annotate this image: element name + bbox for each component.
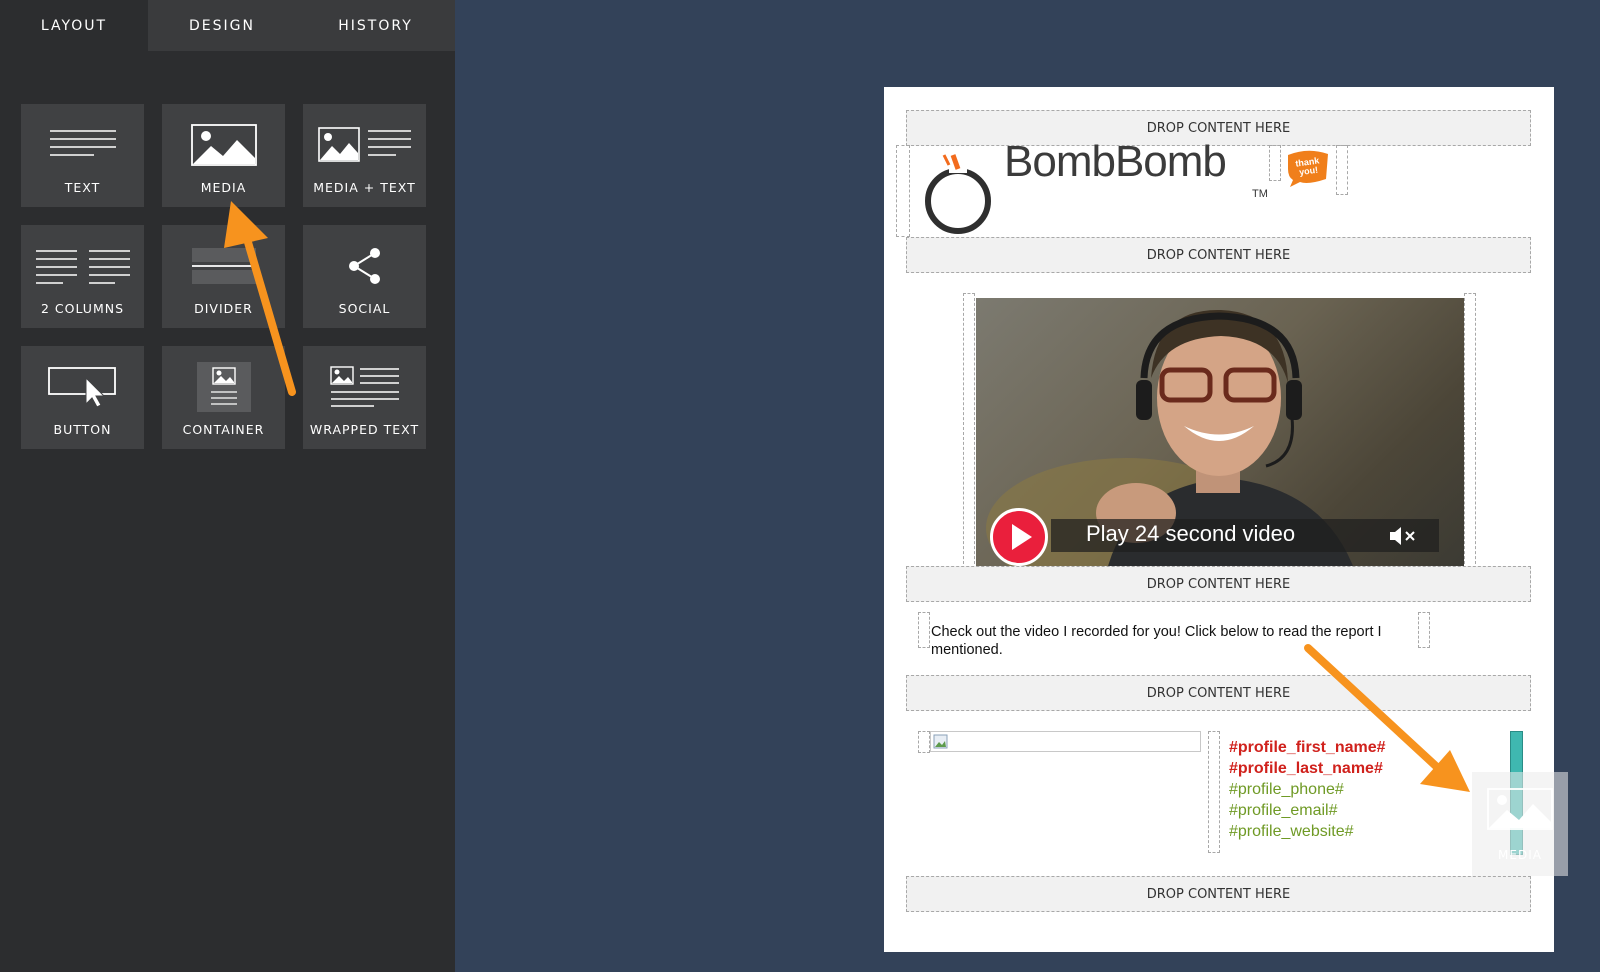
wrapped-text-icon: [303, 362, 426, 412]
drop-zone-5[interactable]: DROP CONTENT HERE: [906, 876, 1531, 912]
block-palette: TEXT MEDIA MEDIA + TEXT 2 COLUMNS DIVIDE…: [21, 104, 426, 449]
block-wrapped-text[interactable]: WRAPPED TEXT: [303, 346, 426, 449]
block-button-label: BUTTON: [53, 422, 112, 437]
image-icon: [162, 120, 285, 170]
mute-icon[interactable]: [1388, 524, 1418, 548]
tab-history[interactable]: HISTORY: [296, 0, 455, 51]
block-divider-label: DIVIDER: [194, 301, 253, 316]
divider-icon: [162, 241, 285, 291]
block-wrapped-text-label: WRAPPED TEXT: [309, 422, 420, 437]
column-handle[interactable]: [1418, 612, 1430, 648]
column-handle[interactable]: [1336, 145, 1348, 195]
column-handle[interactable]: [918, 612, 930, 648]
sidebar-tabs: LAYOUT DESIGN HISTORY: [0, 0, 455, 51]
block-media[interactable]: MEDIA: [162, 104, 285, 207]
column-handle[interactable]: [896, 145, 910, 237]
signature-phone[interactable]: #profile_phone#: [1229, 781, 1344, 799]
block-two-columns-label: 2 COLUMNS: [40, 301, 125, 316]
broken-image-placeholder[interactable]: [930, 731, 1201, 752]
block-media-text-label: MEDIA + TEXT: [313, 180, 416, 195]
tab-design[interactable]: DESIGN: [148, 0, 296, 51]
block-social-label: SOCIAL: [338, 301, 391, 316]
block-social[interactable]: SOCIAL: [303, 225, 426, 328]
bombbomb-logo-icon: [922, 149, 1000, 244]
two-columns-icon: [21, 241, 144, 291]
signature-last-name[interactable]: #profile_last_name#: [1229, 760, 1383, 778]
tab-layout[interactable]: LAYOUT: [0, 0, 148, 51]
email-body-text[interactable]: Check out the video I recorded for you! …: [931, 623, 1411, 659]
drop-zone-4[interactable]: DROP CONTENT HERE: [906, 675, 1531, 711]
image-text-icon: [303, 120, 426, 170]
column-handle[interactable]: [1269, 145, 1281, 181]
column-handle[interactable]: [1208, 731, 1220, 853]
block-media-text[interactable]: MEDIA + TEXT: [303, 104, 426, 207]
signature-first-name[interactable]: #profile_first_name#: [1229, 739, 1386, 757]
column-handle[interactable]: [1464, 293, 1476, 569]
drop-zone-3[interactable]: DROP CONTENT HERE: [906, 566, 1531, 602]
signature-email[interactable]: #profile_email#: [1229, 802, 1338, 820]
block-container-label: CONTAINER: [182, 422, 265, 437]
block-container[interactable]: CONTAINER: [162, 346, 285, 449]
layout-sidebar: LAYOUT DESIGN HISTORY TEXT MEDIA MEDIA +…: [0, 0, 455, 972]
container-icon: [162, 362, 285, 412]
broken-image-icon: [933, 734, 948, 749]
share-icon: [303, 241, 426, 291]
drag-ghost-label: MEDIA: [1498, 848, 1542, 862]
brand-trademark: TM: [1252, 188, 1268, 200]
block-two-columns[interactable]: 2 COLUMNS: [21, 225, 144, 328]
drag-ghost-media: MEDIA: [1472, 772, 1568, 876]
video-thumbnail[interactable]: Play 24 second video: [976, 298, 1464, 574]
play-icon: [1012, 524, 1032, 550]
play-button[interactable]: [990, 508, 1048, 566]
thank-you-badge: thank you!: [1284, 149, 1332, 189]
block-button[interactable]: BUTTON: [21, 346, 144, 449]
block-text[interactable]: TEXT: [21, 104, 144, 207]
email-canvas: DROP CONTENT HERE BombBomb TM thank you!…: [884, 87, 1554, 952]
video-play-label: Play 24 second video: [1086, 521, 1296, 546]
text-lines-icon: [21, 120, 144, 170]
block-media-label: MEDIA: [200, 180, 247, 195]
drag-ghost-image-icon: [1487, 788, 1553, 830]
column-handle[interactable]: [963, 293, 975, 569]
signature-website[interactable]: #profile_website#: [1229, 823, 1354, 841]
block-divider[interactable]: DIVIDER: [162, 225, 285, 328]
button-cursor-icon: [21, 362, 144, 412]
brand-logo-text: BombBomb: [1004, 137, 1227, 186]
column-handle[interactable]: [918, 731, 930, 753]
drop-zone-2[interactable]: DROP CONTENT HERE: [906, 237, 1531, 273]
block-text-label: TEXT: [64, 180, 101, 195]
